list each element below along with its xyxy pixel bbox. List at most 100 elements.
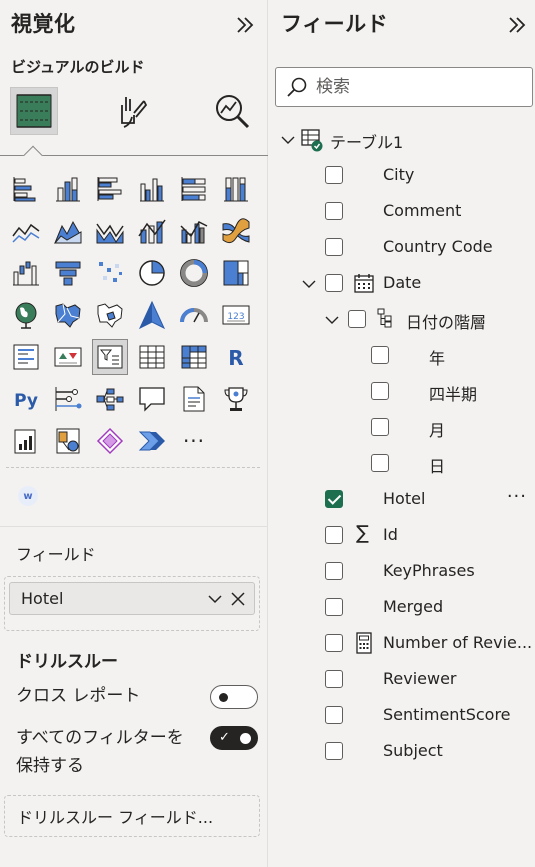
field-row-country-code[interactable]: Country Code [269,229,535,265]
field-checkbox[interactable] [325,706,343,724]
visual-type-funnel-chart[interactable] [47,252,89,294]
visual-type-power-apps-icon-2[interactable] [89,420,131,462]
field-icon-wrap: ∑ [356,524,369,543]
field-row-city[interactable]: City [269,157,535,193]
field-checkbox[interactable] [325,274,343,292]
visual-type-decomposition-tree[interactable] [89,378,131,420]
field-row-sentimentscore[interactable]: SentimentScore [269,697,535,733]
field-row-number-of-revie[interactable]: Number of Revie... [269,625,535,661]
double-chevron-right-icon [237,17,254,33]
cross-report-toggle[interactable] [210,685,258,709]
visual-type-pie-chart[interactable] [131,252,173,294]
field-checkbox[interactable] [325,598,343,616]
visual-type-clustered-bar-chart[interactable] [89,168,131,210]
field-row-id[interactable]: ∑ Id [269,517,535,553]
field-checkbox[interactable] [371,418,389,436]
field-checkbox[interactable] [325,670,343,688]
field-checkbox[interactable] [325,238,343,256]
field-row-subject[interactable]: Subject [269,733,535,769]
selected-visual-highlight [92,339,128,375]
visual-type-treemap[interactable] [215,252,257,294]
field-pill-hotel[interactable]: Hotel [9,582,255,615]
drillthrough-field-well[interactable]: ドリルスルー フィールド... [4,795,260,837]
table-node-table1[interactable]: テーブル1 [269,121,535,157]
power-apps-icon [14,429,36,454]
field-checkbox[interactable] [325,202,343,220]
visual-type-filled-map[interactable] [47,294,89,336]
visual-type-100-stacked-bar-chart[interactable] [173,168,215,210]
field-row-comment[interactable]: Comment [269,193,535,229]
more-options-icon[interactable]: ··· [507,486,527,507]
field-checkbox[interactable] [325,526,343,544]
field-checkbox[interactable] [348,310,366,328]
visual-type-waterfall-chart[interactable] [5,252,47,294]
visual-type-azure-map[interactable] [131,294,173,336]
field-checkbox[interactable] [325,634,343,652]
visual-type-kpi[interactable] [47,336,89,378]
visual-type-gauge[interactable] [173,294,215,336]
expand-toggle[interactable] [325,312,339,326]
close-icon[interactable] [230,591,246,607]
field-row-item-6[interactable]: 四半期 [269,373,535,409]
field-row-date[interactable]: Date [269,265,535,301]
visual-type-donut-chart[interactable] [173,252,215,294]
collapse-visualizations-button[interactable] [234,14,256,41]
field-row-keyphrases[interactable]: KeyPhrases [269,553,535,589]
custom-visual-icon[interactable]: w [18,486,38,506]
field-checkbox[interactable] [371,346,389,364]
field-checkbox[interactable] [325,562,343,580]
visual-type-shape-map[interactable] [89,294,131,336]
visual-type-key-influencers[interactable] [47,378,89,420]
field-checkbox[interactable] [325,166,343,184]
visual-type-map[interactable] [5,294,47,336]
visual-type-stacked-bar-chart[interactable] [5,168,47,210]
visual-type-area-chart[interactable] [47,210,89,252]
tab-analytics[interactable] [208,87,256,135]
fields-well[interactable]: Hotel [4,576,260,631]
visual-type-matrix[interactable] [173,336,215,378]
visual-type-more-visuals[interactable]: ··· [173,420,215,462]
field-row-merged[interactable]: Merged [269,589,535,625]
field-checkbox[interactable] [371,382,389,400]
visual-type-arcgis[interactable] [47,420,89,462]
visual-type-table[interactable] [131,336,173,378]
visual-type-line-and-clustered-column-chart[interactable] [173,210,215,252]
visual-type-metrics[interactable] [215,378,257,420]
visual-type-power-automate[interactable] [131,420,173,462]
search-input[interactable] [316,77,516,97]
field-row-item-5[interactable]: 年 [269,337,535,373]
visual-type-ribbon-chart[interactable] [215,210,257,252]
chevron-down-icon[interactable] [207,591,223,607]
visual-type-python-visual[interactable]: Py [5,378,47,420]
tab-build-visual[interactable] [10,87,58,135]
visual-type-card[interactable]: 123 [215,294,257,336]
field-row-item-4[interactable]: 日付の階層 [269,301,535,337]
visual-type-stacked-column-chart[interactable] [47,168,89,210]
visual-type-line-chart[interactable] [5,210,47,252]
field-row-reviewer[interactable]: Reviewer [269,661,535,697]
keep-filters-toggle[interactable]: ✓ [210,726,258,750]
field-row-item-7[interactable]: 月 [269,409,535,445]
expand-table-toggle[interactable] [281,132,295,146]
tab-format-visual[interactable] [108,87,156,135]
collapse-fields-button[interactable] [506,14,528,41]
visual-type-qa[interactable] [131,378,173,420]
visual-type-stacked-area-chart[interactable] [89,210,131,252]
visual-type-scatter-chart[interactable] [89,252,131,294]
search-box[interactable] [275,67,533,107]
visual-type-line-and-column-chart[interactable] [131,210,173,252]
expand-toggle[interactable] [302,276,316,290]
field-checkbox[interactable] [371,454,389,472]
visual-type-paginated-report[interactable] [173,378,215,420]
visual-type-power-apps[interactable] [5,420,47,462]
field-row-item-8[interactable]: 日 [269,445,535,481]
sigma-icon: ∑ [356,522,369,544]
field-row-hotel[interactable]: Hotel ··· [269,481,535,517]
field-checkbox[interactable] [325,742,343,760]
visual-type-100-stacked-column-chart[interactable] [215,168,257,210]
field-checkbox[interactable] [325,490,343,508]
visual-type-r-visual[interactable]: R [215,336,257,378]
visual-type-multi-row-card[interactable] [5,336,47,378]
visual-type-clustered-column-chart[interactable] [131,168,173,210]
visual-type-slicer[interactable] [89,336,131,378]
